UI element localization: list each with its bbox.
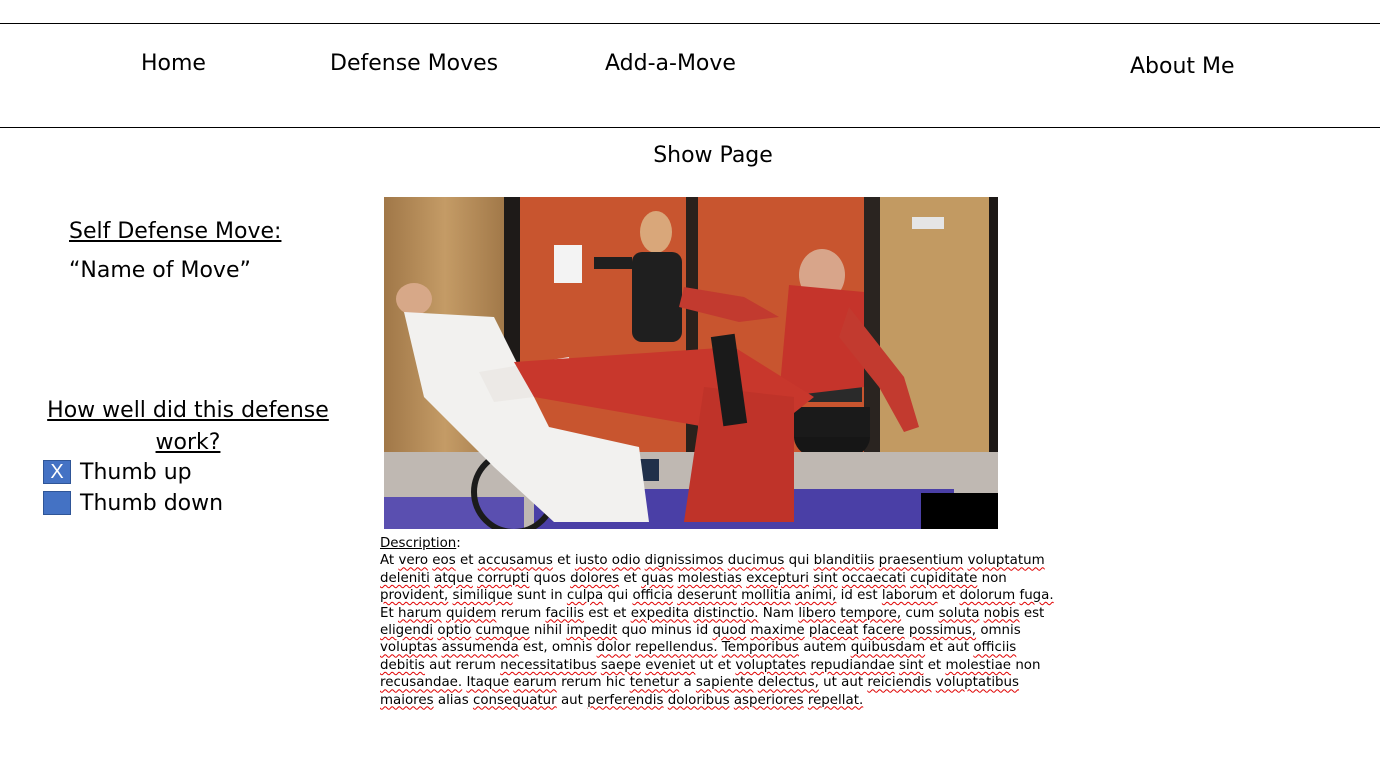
show-page: Home Defense Moves Add-a-Move About Me S…	[0, 0, 1380, 775]
nav-about-me-link[interactable]: About Me	[1130, 54, 1235, 79]
thumb-up-checkbox[interactable]: X	[43, 460, 71, 484]
video-frame-image	[384, 197, 998, 529]
thumb-down-option[interactable]: Thumb down	[43, 490, 223, 516]
page-title: Show Page	[653, 143, 773, 168]
nav-bottom-divider	[0, 127, 1380, 128]
move-heading: Self Defense Move:	[69, 219, 282, 244]
thumb-up-label: Thumb up	[80, 459, 192, 485]
description-colon: :	[456, 536, 461, 551]
thumb-down-checkbox[interactable]	[43, 491, 71, 515]
description-text: At vero eos et accusamus et iusto odio d…	[380, 553, 1054, 708]
description-section: Description: At vero eos et accusamus et…	[380, 535, 1060, 709]
move-name: “Name of Move”	[69, 258, 251, 283]
nav-top-divider	[0, 23, 1380, 24]
description-label: Description	[380, 536, 457, 551]
nav-home-link[interactable]: Home	[141, 51, 206, 76]
thumb-down-label: Thumb down	[80, 490, 224, 516]
move-video-player[interactable]	[384, 197, 998, 529]
nav-add-a-move-link[interactable]: Add-a-Move	[605, 51, 736, 76]
thumb-up-option[interactable]: X Thumb up	[43, 459, 192, 485]
rating-question: How well did this defense work?	[47, 398, 329, 455]
nav-defense-moves-link[interactable]: Defense Moves	[330, 51, 498, 76]
